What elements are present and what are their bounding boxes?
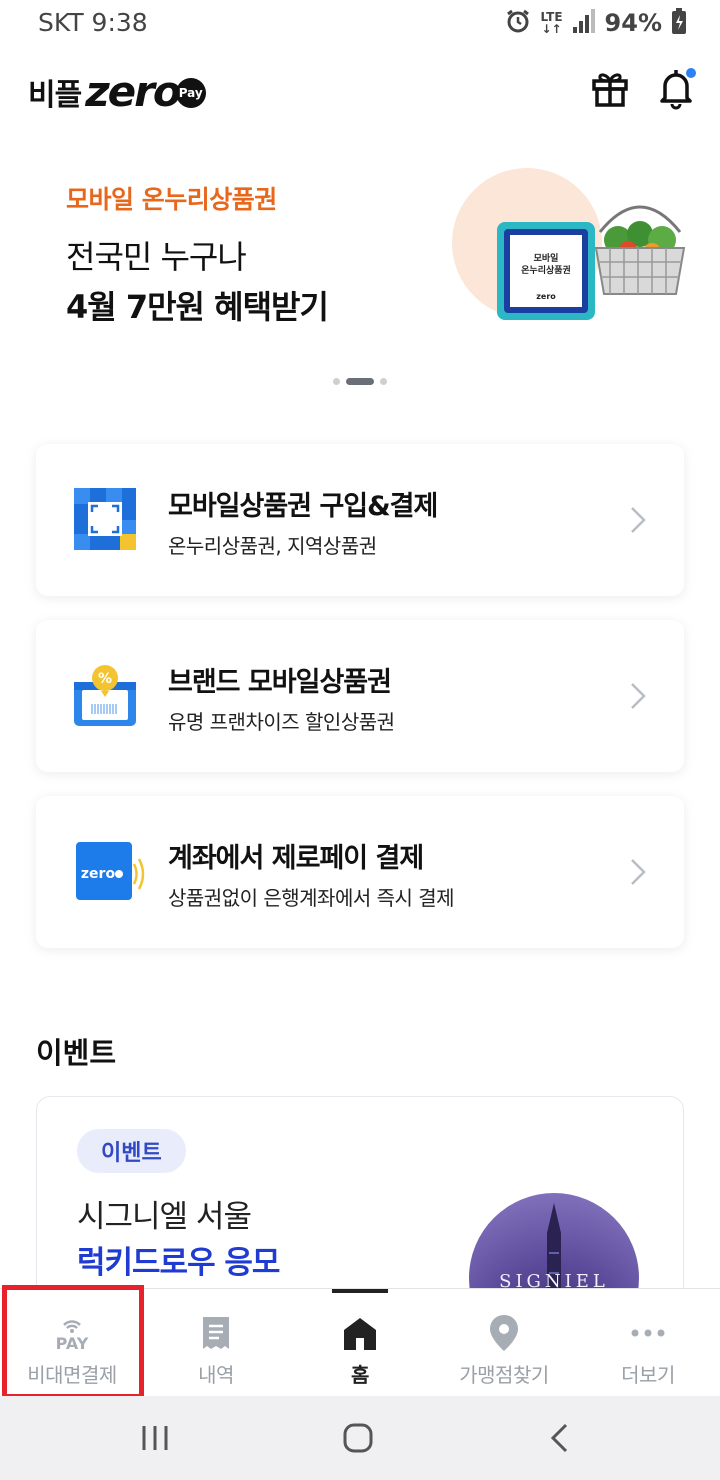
event-badge: 이벤트 <box>77 1129 186 1173</box>
pagination-dot[interactable] <box>333 378 340 385</box>
menu-card-account-pay[interactable]: zero 계좌에서 제로페이 결제 상품권없이 은행계좌에서 즉시 결제 <box>36 796 684 948</box>
status-icons: LTE ↓↑ 94% <box>505 8 686 38</box>
highlight-box <box>2 1285 144 1399</box>
home-circle-icon[interactable] <box>342 1422 374 1454</box>
card-title: 모바일상품권 구입&결제 <box>168 491 438 522</box>
nav-item-home[interactable]: 홈 <box>288 1289 432 1397</box>
home-icon <box>342 1313 378 1353</box>
voucher-text-2: 온누리상품권 <box>521 266 571 276</box>
card-title: 계좌에서 제로페이 결제 <box>168 843 424 874</box>
nav-item-history[interactable]: 내역 <box>144 1289 288 1397</box>
menu-card-brand-voucher[interactable]: % 브랜드 모바일상품권 유명 프랜차이즈 할인상품권 <box>36 620 684 772</box>
banner-line1: 전국민 누구나 <box>66 238 247 276</box>
grocery-basket-icon <box>594 205 686 295</box>
event-title-line2: 럭키드로우 응모 <box>77 1245 280 1281</box>
card-subtitle: 상품권없이 은행계좌에서 즉시 결제 <box>168 886 455 910</box>
chevron-right-icon <box>631 859 646 885</box>
nav-label: 더보기 <box>621 1363 675 1387</box>
card-subtitle: 온누리상품권, 지역상품권 <box>168 534 377 558</box>
battery-icon <box>672 8 686 38</box>
receipt-icon <box>201 1313 231 1353</box>
app-header: 비플 zero Pay <box>0 56 720 126</box>
nav-active-indicator <box>332 1289 388 1293</box>
banner-line2: 4월 7만원 혜택받기 <box>66 288 329 326</box>
event-title-line1: 시그니엘 서울 <box>77 1199 252 1235</box>
system-nav-bar <box>0 1396 720 1480</box>
lte-icon: LTE ↓↑ <box>540 10 563 36</box>
nav-item-find-store[interactable]: 가맹점찾기 <box>432 1289 576 1397</box>
event-card[interactable]: 이벤트 시그니엘 서울 럭키드로우 응모 SIGNIEL <box>36 1096 684 1306</box>
voucher-text-1: 모바일 <box>533 254 559 264</box>
network-label: LTE <box>540 10 563 24</box>
app-logo: 비플 zero Pay <box>28 70 206 114</box>
status-carrier-time: SKT 9:38 <box>38 8 148 37</box>
nav-label: 내역 <box>198 1363 234 1387</box>
battery-percent: 94% <box>604 9 662 37</box>
pagination-dot[interactable] <box>380 378 387 385</box>
discount-coupon-icon: % <box>74 665 136 726</box>
logo-zero: zero <box>85 67 181 116</box>
nav-label: 가맹점찾기 <box>459 1363 549 1387</box>
promo-banner[interactable]: 모바일 온누리상품권 전국민 누구나 4월 7만원 혜택받기 모바일온누리상품권… <box>0 150 720 400</box>
gift-button[interactable] <box>588 66 632 110</box>
recent-apps-icon[interactable] <box>140 1424 170 1452</box>
banner-pagination <box>0 378 720 385</box>
voucher-brand: zero <box>536 292 556 301</box>
card-subtitle: 유명 프랜차이즈 할인상품권 <box>168 710 395 734</box>
pagination-dot-active[interactable] <box>346 378 374 385</box>
nav-item-contactless-pay[interactable]: PAY 비대면결제 <box>0 1285 144 1399</box>
nav-label: 홈 <box>351 1363 369 1387</box>
signal-icon <box>572 9 595 37</box>
gift-icon <box>592 73 628 107</box>
chevron-right-icon <box>631 507 646 533</box>
location-pin-icon <box>489 1313 519 1353</box>
zero-card-label: zero <box>81 866 116 882</box>
card-title: 브랜드 모바일상품권 <box>168 667 392 698</box>
banner-tag: 모바일 온누리상품권 <box>66 185 277 214</box>
voucher-scan-icon <box>74 488 136 550</box>
status-bar: SKT 9:38 LTE ↓↑ 94% <box>0 0 720 48</box>
bottom-nav: PAY 비대면결제 내역 홈 가맹점찾기 더보기 <box>0 1285 720 1399</box>
logo-pay: Pay <box>175 78 206 108</box>
logo-korean: 비플 <box>28 78 82 113</box>
more-dots-icon <box>630 1313 666 1353</box>
chevron-right-icon <box>631 683 646 709</box>
notification-dot <box>686 68 696 78</box>
coupon-percent: % <box>98 671 112 687</box>
alarm-icon <box>505 8 531 38</box>
menu-card-mobile-voucher[interactable]: 모바일상품권 구입&결제 온누리상품권, 지역상품권 <box>36 444 684 596</box>
voucher-image: 모바일온누리상품권 zero <box>497 222 595 320</box>
notification-button[interactable] <box>654 66 698 110</box>
nav-item-more[interactable]: 더보기 <box>576 1289 720 1397</box>
back-icon[interactable] <box>548 1422 572 1454</box>
zero-card-icon: zero <box>76 842 145 900</box>
events-section-title: 이벤트 <box>36 1036 117 1070</box>
